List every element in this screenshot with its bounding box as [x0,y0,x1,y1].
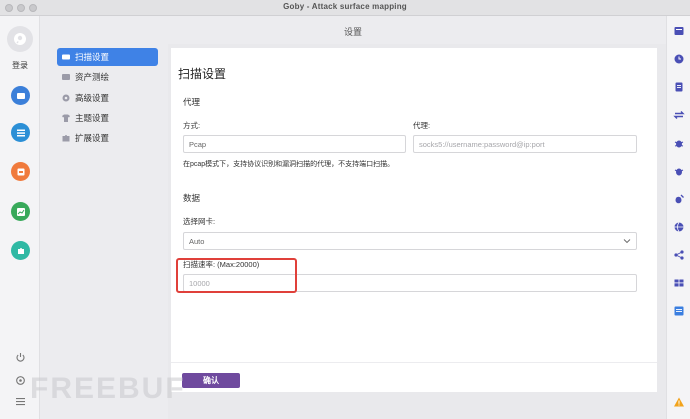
asset-icon [61,72,71,82]
mode-select-value: Pcap [189,139,207,149]
title-bar: Goby - Attack surface mapping [0,0,690,16]
user-avatar-icon [14,33,26,45]
scan-rate-highlight-box [176,258,297,293]
scan-icon [16,92,25,99]
swap-icon[interactable] [673,109,685,121]
nic-select[interactable]: Auto [183,232,637,250]
proxy-input-placeholder: socks5://username:password@ip:port [419,139,545,149]
menu-icon[interactable] [13,394,27,408]
nav-item-label: 扫描设置 [75,52,110,62]
nav-item-label: 高级设置 [75,93,110,103]
grid-panel-icon[interactable] [673,25,685,37]
confirm-button[interactable]: 确认 [182,373,240,388]
bug-icon[interactable] [673,137,685,149]
nav-item-label: 主题设置 [75,113,110,123]
mode-label: 方式: [183,121,201,130]
mode-select[interactable]: Pcap [183,135,406,153]
plugin-icon [17,247,24,254]
settings-header: 设置 [40,16,666,44]
settings-gear-icon[interactable] [13,373,27,387]
scan-icon [61,52,71,62]
rail-plugin-button[interactable] [11,241,30,260]
nav-item-label: 资产测绘 [75,72,110,82]
avatar[interactable] [7,26,33,52]
bug-scan-icon[interactable] [673,165,685,177]
proxy-label: 代理: [413,121,431,130]
clock-icon[interactable] [673,53,685,65]
scan-settings-panel: 扫描设置 代理 方式: Pcap 代理: socks5://username:p… [171,48,657,392]
table-icon[interactable] [673,277,685,289]
rail-chart-button[interactable] [11,202,30,221]
share-nodes-icon[interactable] [673,249,685,261]
window-title: Goby - Attack surface mapping [283,2,407,11]
rail-scan-button[interactable] [11,86,30,105]
report-icon [17,168,24,175]
proxy-hint: 在pcap模式下，支持协议识别和漏洞扫描的代理，不支持端口扫描。 [183,161,395,168]
shirt-icon [61,113,71,123]
chevron-down-icon [623,239,631,244]
proxy-section-title: 代理 [183,97,201,107]
nav-item-label: 扩展设置 [75,133,110,143]
document-icon[interactable] [673,81,685,93]
settings-footer: 确认 [171,362,657,392]
settings-nav: 扫描设置 资产测绘 高级设置 主题设置 扩展设置 [40,44,168,419]
page-title: 扫描设置 [178,67,227,81]
power-icon[interactable] [13,350,27,364]
gear-icon [61,93,71,103]
left-rail: 登录 [0,16,40,419]
nav-item-advanced-settings[interactable]: 高级设置 [57,89,158,107]
rail-assets-button[interactable] [11,123,30,142]
nav-item-theme-settings[interactable]: 主题设置 [57,109,158,127]
right-rail [666,16,690,419]
nic-label: 选择网卡: [183,217,216,226]
nav-item-scan-settings[interactable]: 扫描设置 [57,48,158,66]
nic-select-value: Auto [189,236,205,246]
nav-item-asset-mapping[interactable]: 资产测绘 [57,68,158,86]
globe-icon[interactable] [673,221,685,233]
puzzle-icon [61,133,71,143]
bug-edit-icon[interactable] [673,193,685,205]
data-section-title: 数据 [183,193,201,203]
nav-item-extension-settings[interactable]: 扩展设置 [57,129,158,147]
rail-report-button[interactable] [11,162,30,181]
chart-icon [16,207,25,216]
freebuf-watermark: FREEBUF [30,372,186,405]
proxy-input[interactable]: socks5://username:password@ip:port [413,135,637,153]
settings-title: 设置 [343,27,362,37]
list-panel-icon[interactable] [673,305,685,317]
list-icon [16,129,25,136]
warning-icon[interactable] [673,396,685,408]
login-link[interactable]: 登录 [0,60,40,71]
